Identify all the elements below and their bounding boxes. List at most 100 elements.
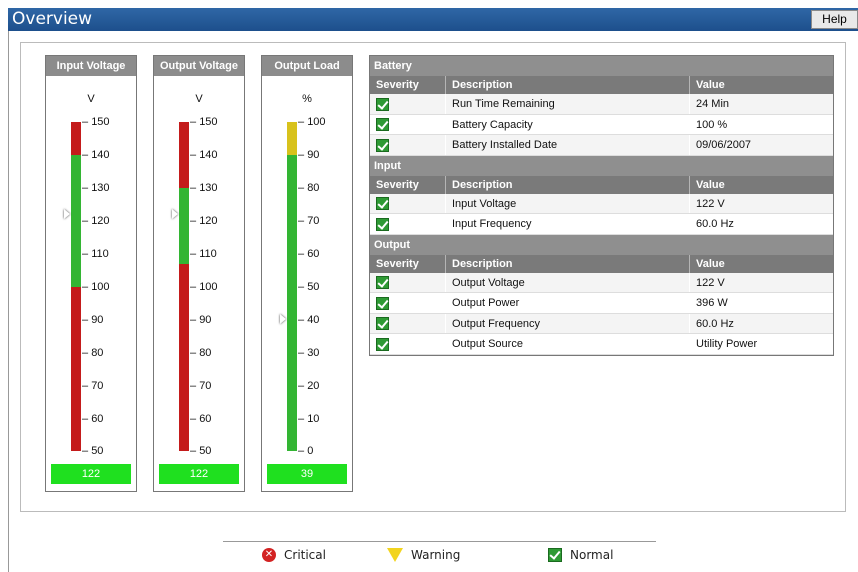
column-header-value: Value <box>696 257 725 270</box>
row-description: Battery Installed Date <box>446 135 690 155</box>
row-value: 60.0 Hz <box>696 317 734 330</box>
row-description: Battery Capacity <box>446 114 690 134</box>
gauge-tick: – 100 <box>82 281 110 293</box>
gauge-bar <box>71 122 81 451</box>
table-row: Output Frequency 60.0 Hz <box>370 313 833 334</box>
gauge-segment-critical-low <box>179 264 189 451</box>
gauge-tick: – 60 <box>190 413 212 425</box>
gauge-tick: – 20 <box>298 380 320 392</box>
gauge-tick: – 130 <box>82 182 110 194</box>
gauge-tick: – 90 <box>190 314 212 326</box>
gauge-tick: – 90 <box>82 314 104 326</box>
table-row: Output Source Utility Power <box>370 334 833 355</box>
gauge-tick: – 120 <box>82 215 110 227</box>
section-title-battery: Battery <box>370 56 833 76</box>
row-description: Output Voltage <box>446 272 690 292</box>
table-row: Output Voltage 122 V <box>370 272 833 293</box>
row-value: 396 W <box>696 297 728 309</box>
gauge-tick: – 140 <box>190 149 218 161</box>
table-header: Severity Description Value <box>370 254 833 273</box>
gauge-readout: 122 <box>51 464 131 484</box>
gauge-readout: 122 <box>159 464 239 484</box>
table-row: Run Time Remaining 24 Min <box>370 94 833 115</box>
gauge-bar <box>287 122 297 451</box>
gauge-tick: – 110 <box>82 248 109 260</box>
gauge-tick: – 140 <box>82 149 110 161</box>
row-value: 122 V <box>696 276 725 289</box>
frame-divider <box>8 31 9 572</box>
row-description: Output Source <box>446 334 690 354</box>
gauge-unit: V <box>87 93 95 105</box>
table-row: Input Frequency 60.0 Hz <box>370 214 833 235</box>
status-table: Battery Severity Description Value Run T… <box>369 55 834 356</box>
gauge-segment-warning <box>287 122 297 155</box>
gauge-tick: – 120 <box>190 215 218 227</box>
gauge-segment-normal <box>179 188 189 264</box>
gauge-tick: – 50 <box>190 445 212 457</box>
gauge-tick: – 60 <box>82 413 104 425</box>
row-description: Output Power <box>446 293 690 313</box>
gauge-tick: – 30 <box>298 347 320 359</box>
gauge-tick: – 100 <box>190 281 218 293</box>
gauge-tick: – 80 <box>82 347 104 359</box>
table-row: Output Power 396 W <box>370 293 833 314</box>
page-title: Overview <box>12 9 93 29</box>
gauge-tick: – 70 <box>82 380 104 392</box>
gauge-marker <box>64 209 70 219</box>
column-header-value: Value <box>696 79 725 91</box>
output-rows: Output Voltage 122 V Output Power 396 W … <box>370 272 833 355</box>
normal-status-icon <box>376 217 389 231</box>
row-value: Utility Power <box>696 338 758 350</box>
gauge-tick: – 0 <box>298 445 314 457</box>
output-voltage-gauge: Output Voltage V – 150 – 140 – 130 – 120… <box>153 55 245 492</box>
gauge-segment-critical-high <box>71 122 81 155</box>
gauge-title: Input Voltage <box>46 56 136 76</box>
normal-status-icon <box>376 138 389 152</box>
help-button[interactable]: Help <box>811 10 858 29</box>
warning-icon <box>387 548 403 562</box>
table-header: Severity Description Value <box>370 175 833 194</box>
section-title-output: Output <box>370 234 833 255</box>
row-value: 100 % <box>696 118 728 131</box>
gauge-tick: – 80 <box>298 182 320 194</box>
gauge-tick: – 90 <box>298 149 320 161</box>
gauge-segment-critical-low <box>71 287 81 451</box>
output-load-gauge: Output Load % – 100 – 90 – 80 – 70 – 60 … <box>261 55 353 492</box>
gauge-title: Output Load <box>262 56 352 76</box>
row-description: Input Voltage <box>446 193 690 213</box>
row-value: 24 Min <box>696 98 730 110</box>
table-row: Battery Capacity 100 % <box>370 114 833 135</box>
legend-warning: Warning <box>387 548 460 562</box>
gauge-tick: – 70 <box>190 380 212 392</box>
column-header-description: Description <box>446 254 690 273</box>
gauge-tick: – 60 <box>298 248 320 260</box>
gauge-readout: 39 <box>267 464 347 484</box>
gauge-unit: V <box>195 93 203 105</box>
normal-status-icon <box>376 337 389 351</box>
gauge-tick: – 40 <box>298 314 320 326</box>
table-header: Severity Description Value <box>370 76 833 94</box>
section-title-input: Input <box>370 155 833 176</box>
gauge-tick: – 100 <box>298 116 326 128</box>
gauge-segment-normal <box>71 155 81 287</box>
input-rows: Input Voltage 122 V Input Frequency 60.0… <box>370 193 833 235</box>
normal-status-icon <box>376 317 389 331</box>
title-bar: Overview Help <box>8 8 858 31</box>
normal-icon <box>548 548 562 562</box>
gauge-tick: – 110 <box>190 248 217 260</box>
row-value: 122 V <box>696 197 725 210</box>
normal-status-icon <box>376 118 389 132</box>
gauge-title: Output Voltage <box>154 56 244 76</box>
column-header-description: Description <box>446 76 690 94</box>
normal-status-icon <box>376 197 389 211</box>
gauge-tick: – 50 <box>298 281 320 293</box>
normal-status-icon <box>376 276 389 290</box>
column-header-severity: Severity <box>370 76 446 94</box>
column-header-description: Description <box>446 175 690 194</box>
gauge-tick: – 150 <box>82 116 110 128</box>
input-voltage-gauge: Input Voltage V – 150 – 140 – 130 – 120 … <box>45 55 137 492</box>
column-header-severity: Severity <box>370 175 446 194</box>
row-description: Run Time Remaining <box>446 94 690 114</box>
normal-status-icon <box>376 97 389 111</box>
gauge-tick: – 50 <box>82 445 104 457</box>
